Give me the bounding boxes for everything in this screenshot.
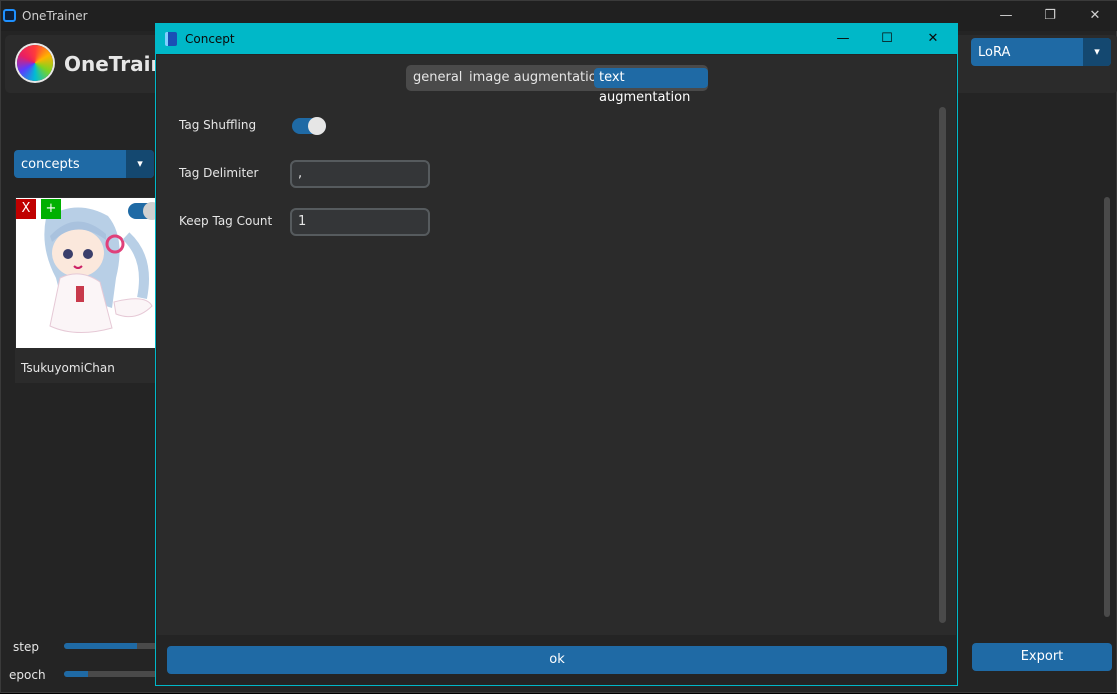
progress-area: step epoch (1, 633, 161, 694)
minimize-button[interactable]: — (983, 1, 1029, 31)
step-progress-bar (64, 643, 161, 649)
app-icon (3, 9, 16, 22)
tag-shuffling-label: Tag Shuffling (179, 118, 257, 132)
step-label: step (13, 640, 39, 654)
concept-dialog: Concept — ☐ ✕ general image augmentation… (155, 23, 958, 686)
tag-shuffling-toggle[interactable] (292, 117, 326, 135)
ok-button[interactable]: ok (167, 646, 947, 674)
dialog-body: general image augmentation text augmenta… (157, 55, 956, 635)
dialog-titlebar: Concept — ☐ ✕ (156, 24, 957, 54)
export-button[interactable]: Export (972, 643, 1112, 671)
dialog-app-icon (165, 32, 177, 46)
dialog-minimize-button[interactable]: — (820, 24, 866, 54)
tab-text-augmentation[interactable]: text augmentation (594, 68, 708, 105)
remove-concept-button[interactable]: X (16, 199, 36, 219)
section-value: concepts (21, 157, 80, 172)
tag-delimiter-label: Tag Delimiter (179, 166, 259, 180)
dialog-close-button[interactable]: ✕ (910, 24, 956, 54)
concept-card[interactable]: X + TsukuyomiChan (15, 197, 161, 383)
concept-name: TsukuyomiChan (21, 361, 115, 375)
dialog-title: Concept (185, 32, 235, 46)
close-button[interactable]: ✕ (1072, 1, 1117, 31)
epoch-progress-bar (64, 671, 161, 677)
model-type-value: LoRA (978, 45, 1011, 60)
dialog-footer: ok (157, 636, 956, 685)
chevron-down-icon[interactable]: ▾ (126, 150, 154, 178)
concept-thumbnail (16, 198, 156, 348)
keep-tag-count-label: Keep Tag Count (179, 214, 273, 228)
tab-general[interactable]: general (408, 68, 467, 88)
restore-button[interactable]: ❐ (1027, 1, 1073, 31)
step-progress-fill (64, 643, 137, 649)
tag-delimiter-input[interactable]: , (290, 160, 430, 188)
concept-enabled-toggle[interactable] (128, 202, 161, 220)
tab-bar: general image augmentation text augmenta… (406, 65, 708, 105)
app-logo-icon (17, 45, 53, 81)
keep-tag-count-input[interactable]: 1 (290, 208, 430, 236)
epoch-label: epoch (9, 668, 46, 682)
epoch-progress-fill (64, 671, 89, 677)
model-type-dropdown[interactable]: LoRA ▾ (971, 38, 1111, 66)
concept-image[interactable] (16, 198, 156, 348)
dialog-scrollbar[interactable] (939, 107, 946, 623)
tab-image-augmentation[interactable]: image augmentation (464, 68, 610, 88)
add-concept-button[interactable]: + (41, 199, 61, 219)
chevron-down-icon[interactable]: ▾ (1083, 38, 1111, 66)
dialog-maximize-button[interactable]: ☐ (864, 24, 910, 54)
toggle-knob (308, 117, 326, 135)
main-scrollbar[interactable] (1104, 197, 1110, 617)
window-title: OneTrainer (22, 9, 88, 23)
section-dropdown[interactable]: concepts ▾ (14, 150, 154, 178)
